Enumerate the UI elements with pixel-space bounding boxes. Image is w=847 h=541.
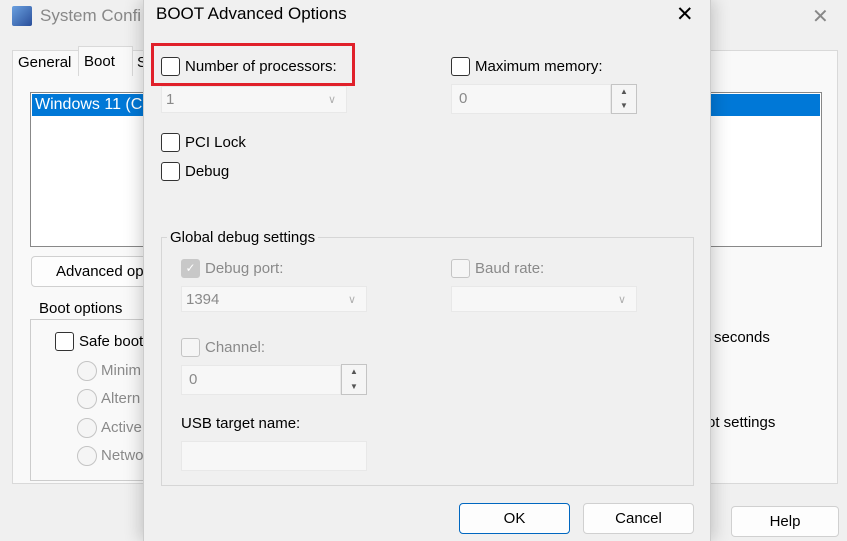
radio-active-directory[interactable] xyxy=(77,418,97,438)
help-button[interactable]: Help xyxy=(731,506,839,537)
system-config-app-icon xyxy=(12,6,32,26)
window-title: System Confi xyxy=(40,6,142,25)
radio-network[interactable] xyxy=(77,446,97,466)
arrow-down-icon[interactable]: ▼ xyxy=(342,380,366,395)
maximum-memory-label: Maximum memory: xyxy=(475,58,603,75)
seconds-label: seconds xyxy=(714,329,770,346)
pci-lock-label: PCI Lock xyxy=(185,134,246,151)
tab-boot[interactable]: Boot xyxy=(78,46,133,76)
chevron-down-icon: ∨ xyxy=(327,94,336,106)
tab-general[interactable]: General xyxy=(18,54,71,71)
debug-port-label: Debug port: xyxy=(205,260,284,277)
cancel-button[interactable]: Cancel xyxy=(583,503,694,534)
baud-rate-checkbox[interactable] xyxy=(451,259,470,278)
global-debug-label: Global debug settings xyxy=(167,229,319,246)
window-close-button[interactable]: ✕ xyxy=(812,4,829,29)
channel-label: Channel: xyxy=(205,339,266,356)
ok-button[interactable]: OK xyxy=(459,503,570,534)
radio-active-label: Active xyxy=(101,419,142,436)
processors-value: 1 xyxy=(166,91,175,108)
channel-checkbox[interactable] xyxy=(181,338,200,357)
radio-network-label: Netwo xyxy=(101,447,144,464)
radio-minimal-label: Minim xyxy=(101,362,141,379)
boot-options-label: Boot options xyxy=(36,300,126,318)
number-of-processors-checkbox[interactable] xyxy=(161,57,180,76)
debug-checkbox[interactable] xyxy=(161,162,180,181)
boot-settings-label: ot settings xyxy=(707,414,776,431)
arrow-up-icon[interactable]: ▲ xyxy=(342,365,366,380)
number-of-processors-label: Number of processors: xyxy=(185,58,337,75)
dialog-title: BOOT Advanced Options xyxy=(156,4,347,23)
arrow-up-icon[interactable]: ▲ xyxy=(612,85,636,99)
arrow-down-icon[interactable]: ▼ xyxy=(612,99,636,113)
debug-port-checkbox[interactable]: ✓ xyxy=(181,259,200,278)
radio-alternate[interactable] xyxy=(77,389,97,409)
radio-alternate-label: Altern xyxy=(101,390,141,407)
number-of-processors-select[interactable]: 1 ∨ xyxy=(161,86,347,113)
usb-target-name-input[interactable] xyxy=(181,441,367,471)
maximum-memory-checkbox[interactable] xyxy=(451,57,470,76)
safe-boot-label: Safe boot xyxy=(79,333,144,350)
safe-boot-checkbox[interactable] xyxy=(55,332,74,351)
maximum-memory-spinner[interactable]: ▲ ▼ xyxy=(611,84,637,114)
channel-spinner[interactable]: ▲ ▼ xyxy=(341,364,367,395)
pci-lock-checkbox[interactable] xyxy=(161,133,180,152)
debug-port-value: 1394 xyxy=(186,291,220,308)
dialog-close-button[interactable]: ✕ xyxy=(676,2,694,27)
baud-rate-label: Baud rate: xyxy=(475,260,545,277)
channel-input[interactable]: 0 xyxy=(181,365,341,395)
boot-advanced-options-dialog: BOOT Advanced Options ✕ Number of proces… xyxy=(143,0,711,541)
chevron-down-icon: ∨ xyxy=(347,294,356,306)
radio-minimal[interactable] xyxy=(77,361,97,381)
baud-rate-select[interactable]: ∨ xyxy=(451,286,637,312)
chevron-down-icon: ∨ xyxy=(617,294,626,306)
maximum-memory-input[interactable]: 0 xyxy=(451,84,611,114)
usb-target-name-label: USB target name: xyxy=(181,415,301,432)
debug-port-select[interactable]: 1394 ∨ xyxy=(181,286,367,312)
debug-label: Debug xyxy=(185,163,230,180)
